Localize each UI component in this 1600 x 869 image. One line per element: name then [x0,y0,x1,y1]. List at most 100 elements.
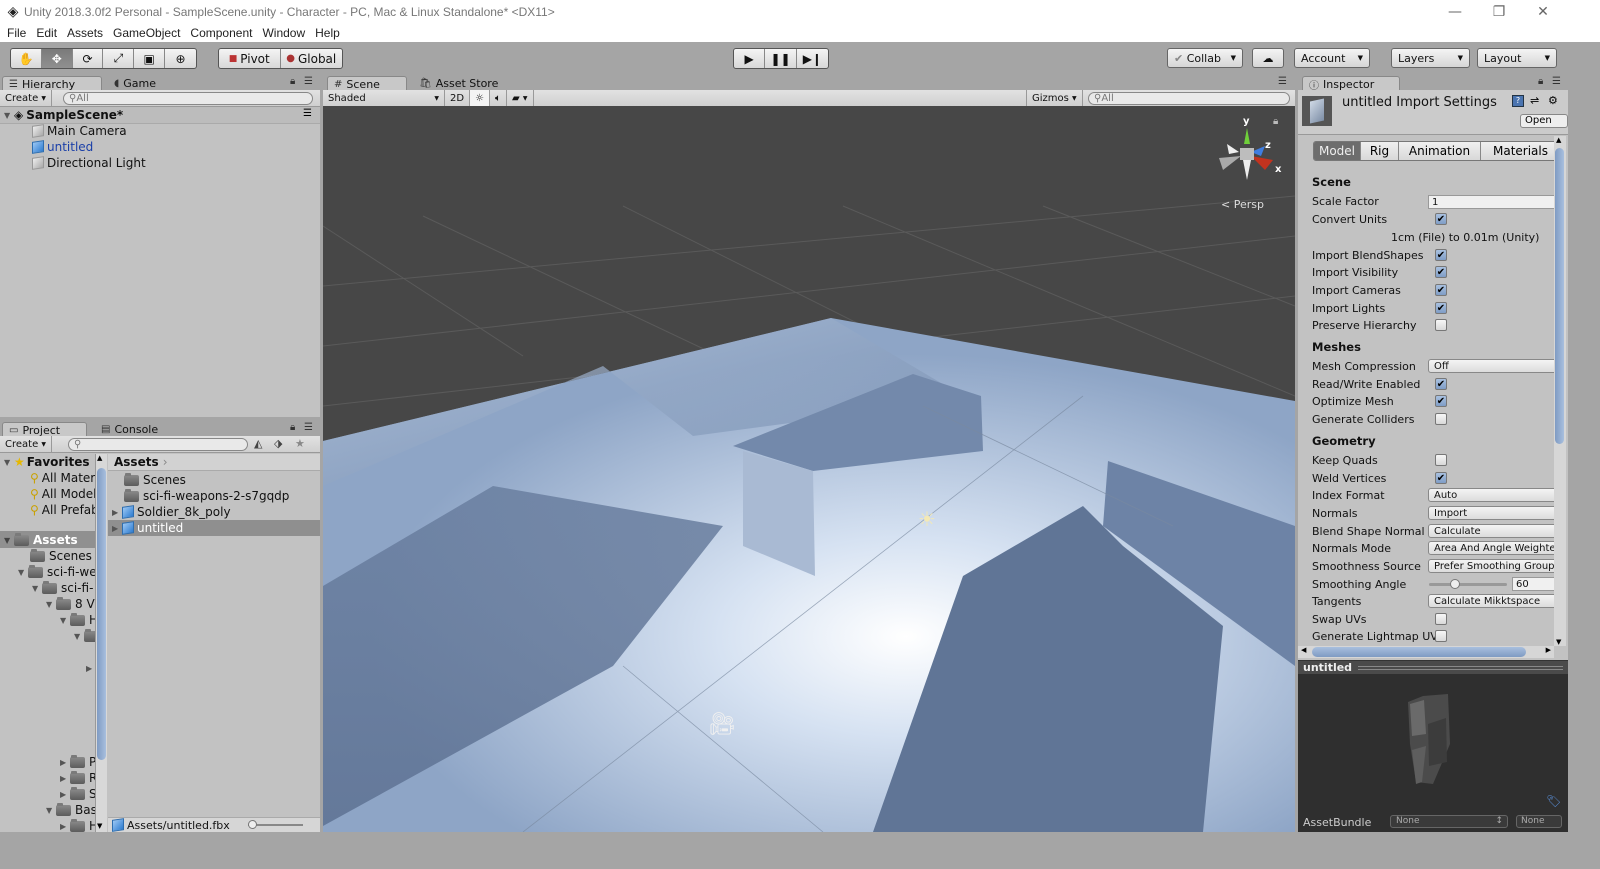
menu-window[interactable]: Window [262,26,305,40]
global-toggle[interactable]: ● Global [281,49,343,68]
tab-console[interactable]: ▤ Console [95,422,164,437]
menu-file[interactable]: File [7,26,26,40]
filter-type-icon[interactable]: ◭ [254,437,262,450]
pivot-toggle[interactable]: ■ Pivot [219,49,281,68]
project-create-button[interactable]: Create ▼ [0,436,53,452]
scrollbar-thumb[interactable] [97,468,106,760]
scroll-down-icon[interactable]: ▼ [1556,638,1561,646]
tree-scrollbar[interactable]: ▲ ▼ [95,454,107,832]
scale-tool-button[interactable]: ⤢ [103,49,135,68]
expand-triangle-icon[interactable]: ▼ [4,111,14,120]
tree-folder[interactable]: Scenes [30,548,92,564]
move-tool-button[interactable]: ✥ [41,49,73,68]
scene-search-input[interactable]: ⚲ All [1088,92,1290,105]
rect-tool-button[interactable]: ▣ [134,49,166,68]
transform-tool-button[interactable]: ⊕ [165,49,196,68]
scroll-up-icon[interactable]: ▲ [97,454,102,462]
scroll-up-icon[interactable]: ▲ [1556,136,1561,144]
layout-dropdown[interactable]: Layout ▼ [1477,48,1557,68]
tree-folder[interactable]: ▶ H [60,818,95,832]
project-search-input[interactable]: ⚲ [68,438,248,451]
assets-root-folder[interactable]: ▼ Assets [4,532,78,548]
star-icon[interactable]: ★ [295,437,305,450]
tree-folder[interactable]: ▼ sci-fi-we [18,564,95,580]
scroll-down-icon[interactable]: ▼ [97,822,102,830]
normals-dropdown[interactable]: Import [1428,506,1558,520]
gizmos-dropdown[interactable]: Gizmos ▼ [1026,90,1083,106]
keep-quads-checkbox[interactable] [1435,454,1447,466]
blend-shape-normals-dropdown[interactable]: Calculate [1428,524,1558,538]
generate-colliders-checkbox[interactable] [1435,413,1447,425]
scrollbar-thumb[interactable] [1555,148,1564,444]
scene-viewport[interactable]: ☀ 🎥︎ y z x 🔒︎ < Persp [323,106,1295,832]
tab-hierarchy[interactable]: ☰ Hierarchy [2,76,102,91]
tree-folder[interactable]: ▼ sci-fi- [32,580,93,596]
tree-folder[interactable]: ▼ [74,628,95,644]
index-format-dropdown[interactable]: Auto [1428,488,1558,502]
scroll-right-icon[interactable]: ▶ [1546,646,1551,654]
lock-icon[interactable]: 🔒︎ [1273,116,1278,127]
weld-vertices-checkbox[interactable]: ✔ [1435,472,1447,484]
favorites-item[interactable]: ⚲All Materials [30,470,95,486]
lock-icon[interactable]: 🔒︎ [290,422,295,433]
hand-tool-button[interactable]: ✋ [11,49,42,68]
audio-toggle[interactable]: 🔈︎ [490,90,508,106]
scene-header[interactable]: ▼ ◈ SampleScene* ☰ [0,107,320,124]
2d-toggle[interactable]: 2D [445,90,471,106]
lock-icon[interactable]: 🔒︎ [1538,76,1543,87]
tag-icon[interactable]: ⬗ [274,437,282,450]
directional-light-gizmo[interactable]: ☀ [918,507,936,531]
presets-icon[interactable]: ⇌ [1530,94,1539,107]
camera-gizmo[interactable]: 🎥︎ [708,712,736,737]
tab-model[interactable]: Model [1314,142,1360,160]
generate-lightmap-checkbox[interactable] [1435,630,1447,642]
preview-drag-handle[interactable] [1358,666,1563,670]
tree-folder[interactable]: ▶ P [60,754,95,770]
inspector-hscrollbar[interactable]: ◀ ▶ [1298,646,1554,658]
tangents-dropdown[interactable]: Calculate Mikktspace [1428,594,1558,608]
assetbundle-variant-dropdown[interactable]: None [1516,815,1562,828]
menu-assets[interactable]: Assets [67,26,103,40]
tree-folder[interactable]: ▶ R [60,770,95,786]
asset-item[interactable]: Scenes [124,472,186,488]
collab-dropdown[interactable]: ✔ Collab ▼ [1167,48,1243,68]
panel-menu-icon[interactable]: ☰ [304,422,313,433]
import-visibility-checkbox[interactable]: ✔ [1435,266,1447,278]
tag-icon[interactable]: 🏷︎ [1546,794,1561,808]
scale-factor-input[interactable]: 1 [1428,195,1558,209]
hierarchy-item[interactable]: Directional Light [32,155,146,171]
hierarchy-item[interactable]: Main Camera [32,123,127,139]
scene-menu-icon[interactable]: ☰ [303,108,312,119]
tree-folder[interactable]: ▼ 8 V [46,596,95,612]
tab-animation[interactable]: Animation [1398,142,1480,160]
hierarchy-item[interactable]: untitled [32,139,93,155]
asset-item-selected[interactable]: ▶ untitled [112,520,183,536]
minimize-button[interactable]: — [1432,0,1478,24]
pause-button[interactable]: ❚❚ [765,49,797,68]
menu-edit[interactable]: Edit [36,26,57,40]
menu-help[interactable]: Help [315,26,340,40]
tab-game[interactable]: ◖ Game [108,76,162,91]
hierarchy-search-input[interactable]: ⚲ All [63,92,313,105]
effects-dropdown[interactable]: ▰ ▼ [507,90,534,106]
import-lights-checkbox[interactable]: ✔ [1435,302,1447,314]
cloud-button[interactable]: ☁ [1252,48,1284,68]
menu-gameobject[interactable]: GameObject [113,26,180,40]
settings-gear-icon[interactable]: ⚙ [1548,94,1558,107]
tab-materials[interactable]: Materials [1480,142,1560,160]
icon-size-slider-handle[interactable] [248,820,257,829]
inspector-scrollbar[interactable]: ▲ ▼ [1554,136,1566,646]
preview-header[interactable]: untitled [1298,660,1568,674]
assetbundle-dropdown[interactable]: None ↕ [1390,815,1508,828]
restore-button[interactable]: ❐ [1476,0,1522,24]
optimize-mesh-checkbox[interactable]: ✔ [1435,395,1447,407]
tab-asset-store[interactable]: 🛍︎ Asset Store [413,76,504,91]
smoothing-angle-input[interactable]: 60 [1512,577,1558,591]
tab-inspector[interactable]: ⓘ Inspector [1302,76,1400,92]
panel-menu-icon[interactable]: ☰ [1552,76,1561,87]
smoothing-angle-slider[interactable] [1429,579,1507,589]
tree-folder[interactable]: ▼ H [60,612,95,628]
mesh-compression-dropdown[interactable]: Off [1428,359,1558,373]
tree-folder[interactable]: ▼ Bas [46,802,95,818]
normals-mode-dropdown[interactable]: Area And Angle Weighted [1428,541,1558,555]
